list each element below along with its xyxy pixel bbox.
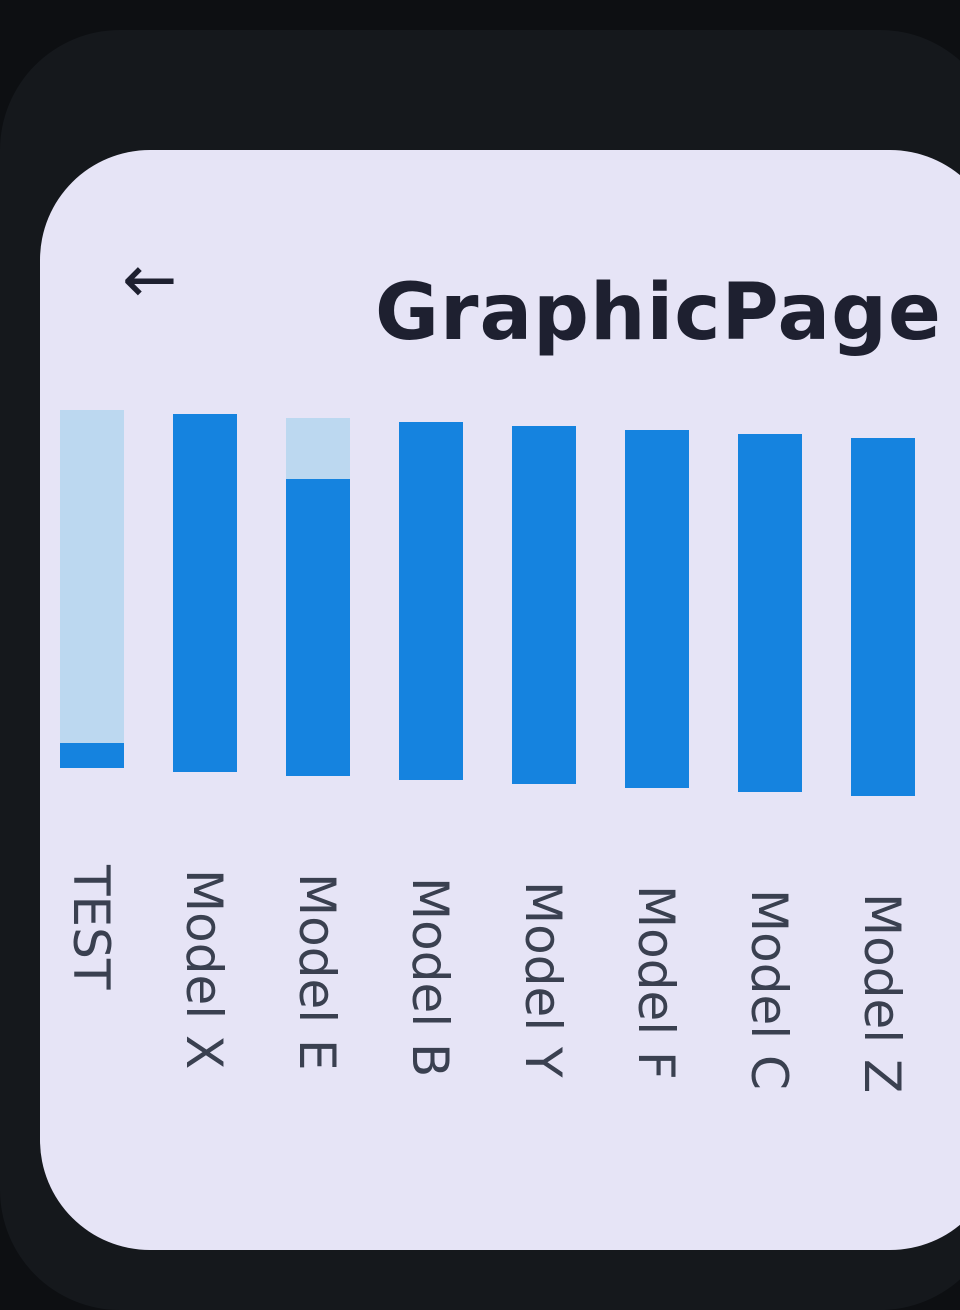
bar-fill <box>173 414 237 772</box>
bar <box>625 430 689 788</box>
bar-fill <box>512 426 576 784</box>
category-label: Model C <box>740 889 798 1090</box>
bar <box>60 410 124 768</box>
watch-screen: ← GraphicPage TEST Model X Model E Model BM… <box>40 150 960 1250</box>
bar <box>738 434 802 792</box>
bar-fill <box>286 478 350 776</box>
category-label: Model X <box>175 869 233 1070</box>
bar <box>851 438 915 796</box>
bar-track <box>60 410 124 768</box>
category-label: Model B <box>401 877 459 1078</box>
category-label: Model E <box>288 873 346 1071</box>
category-label: Model Z <box>853 893 911 1094</box>
bar <box>399 422 463 780</box>
bar-fill <box>851 438 915 796</box>
bar-fill <box>399 422 463 780</box>
bar-fill <box>60 742 124 768</box>
bar <box>173 414 237 772</box>
category-label: Model Y <box>514 881 572 1078</box>
bar <box>286 418 350 776</box>
category-label: TEST <box>62 865 120 990</box>
bar-fill <box>738 434 802 792</box>
bar-chart: TEST Model X Model E Model B Model Y Model F M… <box>40 150 960 1250</box>
bar <box>512 426 576 784</box>
bar-fill <box>625 430 689 788</box>
category-label: Model F <box>627 885 685 1080</box>
